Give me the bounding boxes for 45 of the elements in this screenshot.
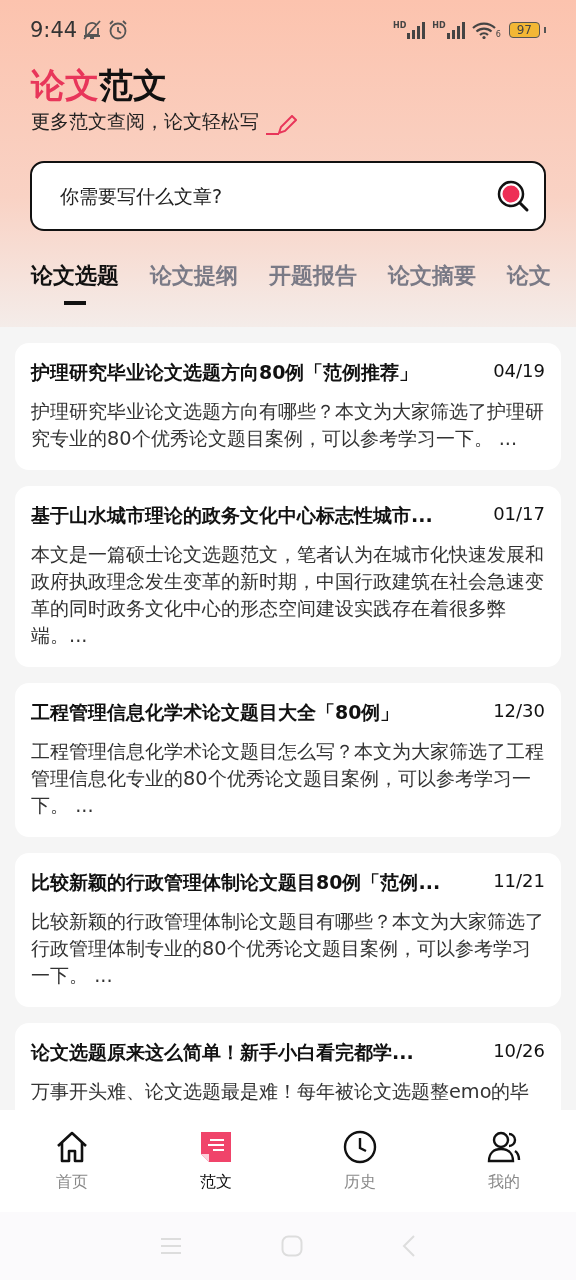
home-icon xyxy=(55,1129,89,1164)
people-icon xyxy=(487,1129,521,1164)
article-summary: 本文是一篇硕士论文选题范文，笔者认为在城市化快速发展和政府执政理念发生变革的新时期，中国行政建筑在社会急速变革的同时政务文化中心的形态空间建设实践存在着很多弊端。... xyxy=(31,542,545,649)
clock-icon xyxy=(343,1129,377,1164)
signal-icon xyxy=(445,21,468,39)
document-icon xyxy=(199,1129,233,1164)
network-label: HD xyxy=(392,21,407,30)
search-icon[interactable] xyxy=(496,179,530,213)
nav-tab[interactable]: 首页 xyxy=(32,1129,112,1193)
home-icon[interactable] xyxy=(281,1235,303,1257)
wifi-icon xyxy=(471,21,496,39)
clock-time: 9:44 xyxy=(30,18,78,42)
article-summary: 万事开头难、论文选题最是难！每年被论文选题整emo的毕 xyxy=(31,1079,531,1105)
article-date: 10/26 xyxy=(493,1040,545,1063)
wifi-label: 6 xyxy=(495,30,501,39)
article-date: 12/30 xyxy=(493,700,545,723)
article-summary: 工程管理信息化学术论文题目怎么写？本文为大家筛选了工程管理信息化专业的80个优秀论文题目案例，可以参考学习一下。 ... xyxy=(31,739,545,819)
menu-icon[interactable] xyxy=(159,1237,182,1255)
app-title: 论文范文 xyxy=(31,64,168,107)
article-title: 基于山水城市理论的政务文化中心标志性城市... xyxy=(31,503,433,528)
battery-level: 97 xyxy=(508,22,540,38)
article-summary: 比较新颖的行政管理体制论文题目有哪些？本文为大家筛选了行政管理体制专业的80个优秀论文题目案例，可以参考学习一下。 ... xyxy=(31,909,545,989)
article-date: 04/19 xyxy=(493,360,545,383)
article-card[interactable]: 论文选题原来这么简单！新手小白看完都学... 10/26 万事开头难、论文选题最是难！每年被论文选题整emo的毕 xyxy=(15,1023,561,1110)
category-tab[interactable]: 论文选题 xyxy=(31,261,119,305)
nav-tab[interactable]: 范文 xyxy=(176,1129,256,1193)
article-card[interactable]: 护理研究毕业论文选题方向80例「范例推荐」 04/19 护理研究毕业论文选题方向有哪些？本文为大家筛选了护理研究专业的80个优秀论文题目案例，可以参考学习一下。 ... xyxy=(15,343,561,470)
subtitle: 更多范文查阅，论文轻松写 xyxy=(31,109,259,134)
nav-tab[interactable]: 我的 xyxy=(464,1129,544,1193)
article-card[interactable]: 工程管理信息化学术论文题目大全「80例」 12/30 工程管理信息化学术论文题目怎么写？本文为大家筛选了工程管理信息化专业的80个优秀论文题目案例，可以参考学习一下。 ... xyxy=(15,683,561,837)
bell-muted-icon xyxy=(81,19,104,41)
article-date: 11/21 xyxy=(493,870,545,893)
article-summary: 护理研究毕业论文选题方向有哪些？本文为大家筛选了护理研究专业的80个优秀论文题目案例，可以参考学习一下。 ... xyxy=(31,399,545,452)
article-title: 工程管理信息化学术论文题目大全「80例」 xyxy=(31,700,400,725)
nav-tab[interactable]: 历史 xyxy=(320,1129,400,1193)
pencil-icon xyxy=(265,115,297,135)
network-label: HD xyxy=(432,21,446,30)
article-title: 护理研究毕业论文选题方向80例「范例推荐」 xyxy=(31,360,419,385)
back-icon[interactable] xyxy=(402,1234,417,1258)
search-field[interactable]: 你需要写什么文章? xyxy=(30,161,546,231)
article-card[interactable]: 基于山水城市理论的政务文化中心标志性城市... 01/17 本文是一篇硕士论文选题范文，笔者认为在城市化快速发展和政府执政理念发生变革的新时期，中国行政建筑在社会急速变革的同时政务文化中心的形态空间建设实践存在着很多弊端。... xyxy=(15,486,561,667)
article-title: 论文选题原来这么简单！新手小白看完都学... xyxy=(31,1040,414,1065)
article-title: 比较新颖的行政管理体制论文题目80例「范例... xyxy=(31,870,441,895)
article-card[interactable]: 比较新颖的行政管理体制论文题目80例「范例... 11/21 比较新颖的行政管理体制论文题目有哪些？本文为大家筛选了行政管理体制专业的80个优秀论文题目案例，可以参考学习一下。 ... xyxy=(15,853,561,1007)
article-date: 01/17 xyxy=(493,503,545,526)
